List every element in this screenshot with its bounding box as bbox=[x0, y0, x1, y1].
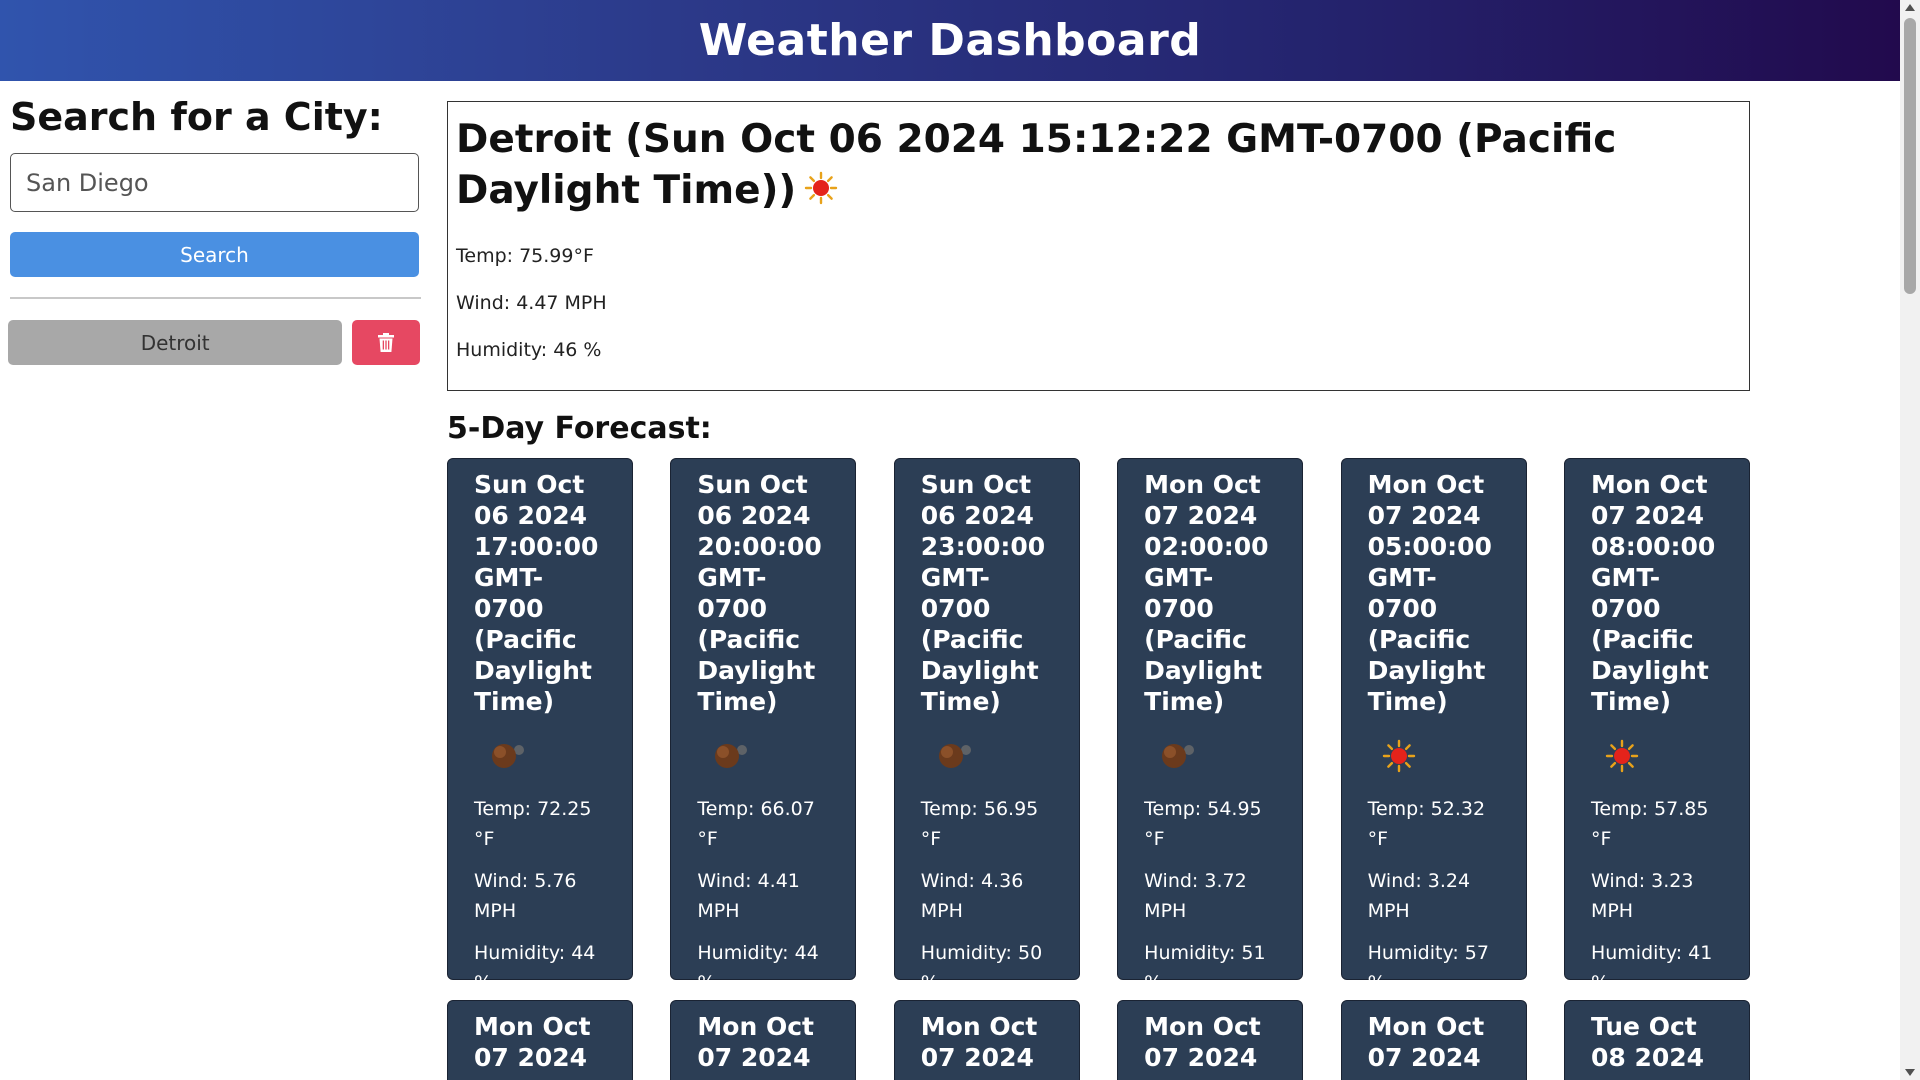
scroll-down-arrow-icon[interactable] bbox=[1905, 1069, 1915, 1076]
city-search-input[interactable] bbox=[10, 153, 419, 212]
current-title-text: Detroit (Sun Oct 06 2024 15:12:22 GMT-07… bbox=[456, 117, 1617, 213]
forecast-temp: Temp: 54.95 °F bbox=[1144, 798, 1262, 850]
history-city-button[interactable]: Detroit bbox=[8, 320, 343, 365]
sun-icon bbox=[804, 167, 838, 218]
search-button[interactable]: Search bbox=[10, 232, 419, 277]
scroll-up-arrow-icon[interactable] bbox=[1905, 4, 1915, 11]
forecast-date: Mon Oct 07 2024 05:00:00 GMT-0700 (Pacif… bbox=[1367, 470, 1492, 716]
forecast-temp: Temp: 52.32 °F bbox=[1367, 798, 1486, 850]
forecast-date: Mon Oct 07 2024 08:00:00 GMT-0700 (Pacif… bbox=[1590, 470, 1716, 716]
sun-icon bbox=[1382, 739, 1415, 773]
forecast-card: Sun Oct 06 2024 20:00:00 GMT-0700 (Pacif… bbox=[670, 458, 857, 994]
forecast-card: Mon Oct 07 2024 bbox=[1340, 1000, 1527, 1080]
forecast-date: Mon Oct 07 2024 bbox=[474, 1012, 591, 1072]
forecast-wind: Wind: 4.41 MPH bbox=[697, 870, 800, 922]
night-moon-icon bbox=[1162, 744, 1195, 768]
forecast-date: Sun Oct 06 2024 20:00:00 GMT-0700 (Pacif… bbox=[697, 470, 822, 716]
forecast-card: Sun Oct 06 2024 17:00:00 GMT-0700 (Pacif… bbox=[447, 458, 633, 994]
forecast-temp: Temp: 57.85 °F bbox=[1590, 798, 1709, 850]
forecast-cards: Sun Oct 06 2024 17:00:00 GMT-0700 (Pacif… bbox=[447, 458, 1750, 1080]
current-temp: Temp: 75.99°F bbox=[456, 245, 594, 267]
forecast-card: Mon Oct 07 2024 05:00:00 GMT-0700 (Pacif… bbox=[1340, 458, 1527, 994]
forecast-wind: Wind: 3.23 MPH bbox=[1590, 870, 1694, 922]
forecast-humidity: Humidity: 50 % bbox=[920, 942, 1043, 994]
night-moon-icon bbox=[715, 744, 748, 768]
forecast-wind: Wind: 5.76 MPH bbox=[474, 870, 577, 922]
night-moon-icon bbox=[492, 744, 524, 768]
forecast-humidity: Humidity: 44 % bbox=[474, 942, 596, 994]
forecast-card: Tue Oct 08 2024 bbox=[1563, 1000, 1750, 1080]
forecast-title: 5-Day Forecast: bbox=[447, 411, 712, 446]
delete-history-button[interactable] bbox=[352, 320, 420, 365]
forecast-date: Mon Oct 07 2024 bbox=[1144, 1012, 1261, 1072]
forecast-date: Sun Oct 06 2024 17:00:00 GMT-0700 (Pacif… bbox=[474, 470, 599, 716]
forecast-card: Mon Oct 07 2024 bbox=[447, 1000, 633, 1080]
forecast-date: Mon Oct 07 2024 bbox=[697, 1012, 814, 1072]
forecast-temp: Temp: 56.95 °F bbox=[920, 798, 1039, 850]
scrollbar-thumb[interactable] bbox=[1904, 18, 1916, 294]
forecast-card: Mon Oct 07 2024 bbox=[670, 1000, 857, 1080]
current-city-title: Detroit (Sun Oct 06 2024 15:12:22 GMT-07… bbox=[456, 114, 1741, 218]
forecast-date: Sun Oct 06 2024 23:00:00 GMT-0700 (Pacif… bbox=[920, 470, 1046, 716]
vertical-scrollbar[interactable] bbox=[1900, 0, 1920, 1080]
forecast-wind: Wind: 3.72 MPH bbox=[1144, 870, 1247, 922]
app-header: Weather Dashboard bbox=[0, 0, 1900, 81]
sun-icon bbox=[1605, 739, 1639, 773]
current-wind: Wind: 4.47 MPH bbox=[456, 292, 607, 314]
forecast-humidity: Humidity: 41 % bbox=[1590, 942, 1713, 994]
sidebar-divider bbox=[10, 297, 421, 299]
page-title: Weather Dashboard bbox=[698, 15, 1202, 66]
forecast-wind: Wind: 4.36 MPH bbox=[920, 870, 1024, 922]
forecast-humidity: Humidity: 44 % bbox=[697, 942, 819, 994]
trash-icon bbox=[378, 333, 395, 352]
sidebar: Search for a City: Search Detroit bbox=[8, 95, 421, 365]
forecast-temp: Temp: 72.25 °F bbox=[474, 798, 592, 850]
forecast-temp: Temp: 66.07 °F bbox=[697, 798, 815, 850]
search-heading: Search for a City: bbox=[10, 95, 383, 139]
forecast-humidity: Humidity: 57 % bbox=[1367, 942, 1489, 994]
forecast-date: Mon Oct 07 2024 bbox=[920, 1012, 1038, 1072]
forecast-date: Mon Oct 07 2024 02:00:00 GMT-0700 (Pacif… bbox=[1144, 470, 1269, 716]
current-humidity: Humidity: 46 % bbox=[456, 339, 602, 361]
forecast-wind: Wind: 3.24 MPH bbox=[1367, 870, 1471, 922]
forecast-card: Mon Oct 07 2024 02:00:00 GMT-0700 (Pacif… bbox=[1117, 458, 1304, 994]
forecast-date: Mon Oct 07 2024 bbox=[1367, 1012, 1485, 1072]
forecast-date: Tue Oct 08 2024 bbox=[1590, 1012, 1705, 1072]
forecast-card: Mon Oct 07 2024 bbox=[893, 1000, 1080, 1080]
current-weather-panel: Detroit (Sun Oct 06 2024 15:12:22 GMT-07… bbox=[447, 101, 1750, 391]
forecast-card: Sun Oct 06 2024 23:00:00 GMT-0700 (Pacif… bbox=[893, 458, 1080, 994]
night-moon-icon bbox=[938, 744, 971, 768]
history-item: Detroit bbox=[8, 320, 420, 365]
forecast-humidity: Humidity: 51 % bbox=[1144, 942, 1266, 994]
forecast-card: Mon Oct 07 2024 bbox=[1117, 1000, 1304, 1080]
forecast-card: Mon Oct 07 2024 08:00:00 GMT-0700 (Pacif… bbox=[1563, 458, 1750, 994]
